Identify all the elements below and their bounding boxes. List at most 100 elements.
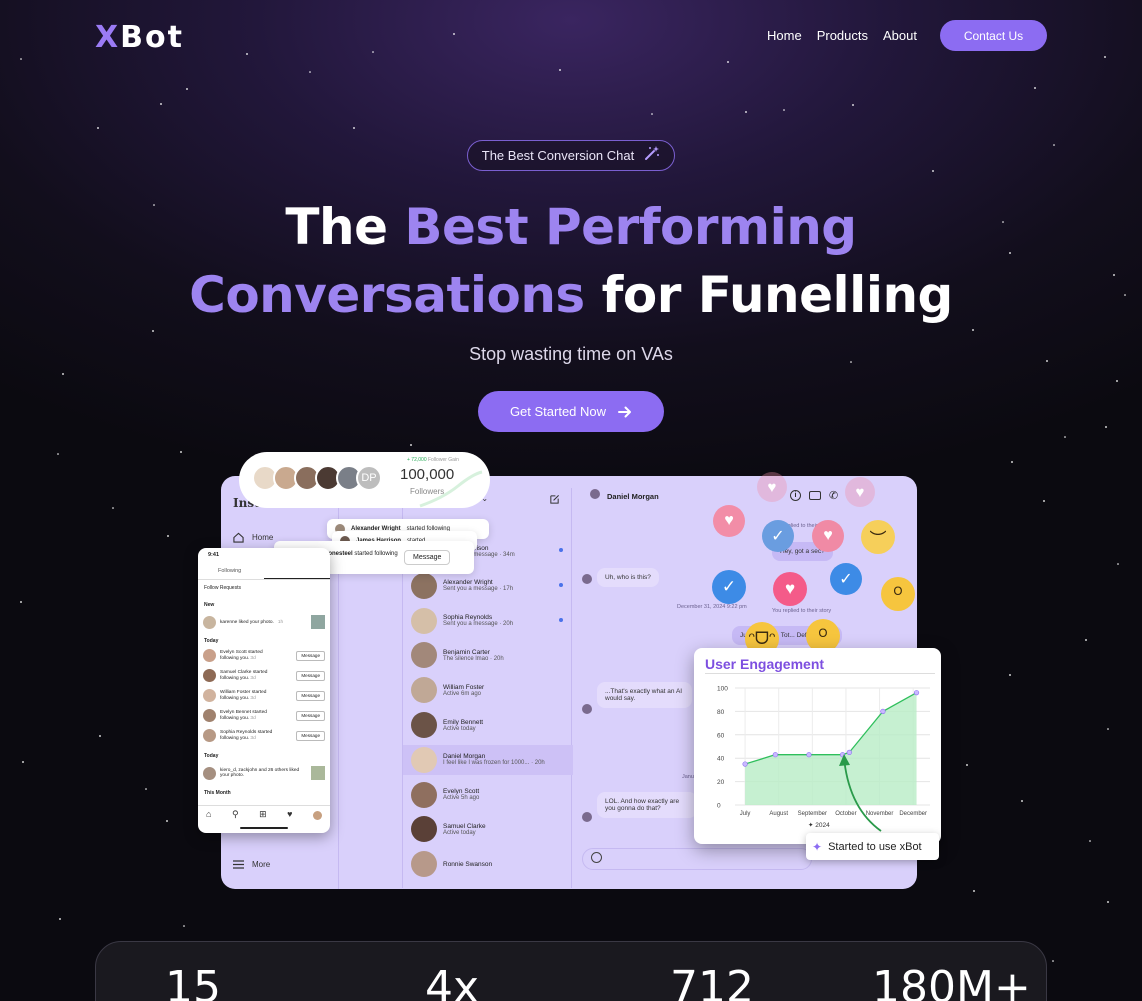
star [973, 890, 975, 892]
info-icon[interactable]: i [790, 490, 801, 501]
like-reaction-icon: ✓ [712, 570, 746, 604]
tab-following[interactable]: Following [218, 568, 241, 574]
stat-value: 712 [670, 962, 754, 1001]
divider [198, 579, 330, 580]
menu-icon [233, 860, 244, 869]
message-button[interactable]: Message [296, 690, 325, 701]
profile-avatar[interactable] [312, 811, 322, 820]
started-using-callout: ✦ Started to use xBot [806, 833, 939, 860]
video-call-icon[interactable] [809, 491, 821, 500]
data-point [913, 690, 920, 696]
sidebar-item-home[interactable]: Home [233, 532, 273, 543]
conversation-status: Sent you a message [443, 621, 498, 628]
nav-products[interactable]: Products [817, 28, 868, 43]
star [1064, 436, 1066, 438]
avatar [411, 572, 437, 599]
star [1043, 500, 1045, 502]
phone-icon[interactable]: ✆ [829, 489, 838, 502]
conversation-row[interactable]: Samuel Clarke Active today [411, 814, 571, 844]
conversation-row[interactable]: Daniel Morgan I feel like I was frozen fo… [403, 744, 573, 775]
compose-icon[interactable] [549, 494, 560, 505]
star [1107, 728, 1109, 730]
home-icon[interactable]: ⌂ [206, 809, 211, 820]
message-bubble: ...That's exactly what an AI would say. [597, 682, 692, 708]
star [651, 113, 653, 115]
message-button[interactable]: Message [296, 650, 325, 661]
message-input[interactable] [582, 848, 812, 870]
conversation-row[interactable]: Ronnie Swanson [411, 849, 571, 879]
star [186, 88, 188, 90]
list-item[interactable]: William Foster started following you. 3d… [203, 689, 325, 702]
add-post-icon[interactable]: ⊞ [259, 809, 267, 820]
avatar [582, 812, 592, 822]
divider [198, 805, 330, 806]
conversation-status: Active today [443, 829, 476, 836]
star [57, 453, 59, 455]
star [246, 53, 248, 55]
conversation-row[interactable]: Alexander Wright Sent you a message · 17h [411, 571, 571, 601]
emoji-icon[interactable] [591, 852, 602, 863]
follower-gain: + 72,000 Follower Gain [407, 457, 459, 463]
conversation-row[interactable]: Sophia Reynolds Sent you a message · 20h [411, 606, 571, 636]
conversation-time: · 17h [499, 586, 514, 593]
conversation-name: Emily Bennett [443, 718, 484, 726]
conversation-name: Evelyn Scott [443, 788, 480, 796]
list-item-name: Sophia Reynolds [220, 729, 257, 735]
section-this-month: This Month [204, 790, 231, 796]
y-tick-label: 20 [717, 779, 725, 786]
list-item[interactable]: Samuel Clarke started following you. 3d M… [203, 669, 325, 682]
conversation-row[interactable]: Evelyn Scott Active 5h ago [411, 780, 571, 810]
star [932, 170, 934, 172]
nav-about[interactable]: About [883, 28, 917, 43]
nav-home[interactable]: Home [767, 28, 802, 43]
sidebar-item-more[interactable]: More [233, 860, 270, 869]
heart-icon[interactable]: ♥ [287, 809, 292, 820]
get-started-button[interactable]: Get Started Now [478, 391, 664, 432]
star [160, 103, 162, 105]
conversation-name: William Foster [443, 683, 485, 691]
search-icon[interactable]: ⚲ [232, 809, 239, 820]
avatar [411, 712, 437, 738]
arrow-right-icon [618, 406, 632, 417]
conversation-row[interactable]: Emily Bennett Active today [411, 710, 571, 740]
message-bubble: LOL. And how exactly are you gonna do th… [597, 792, 697, 818]
logo[interactable]: XBot [95, 20, 184, 55]
avatar [203, 615, 216, 629]
star [22, 761, 24, 763]
star [1021, 800, 1023, 802]
message-button[interactable]: Message [296, 710, 325, 721]
list-item[interactable]: Evelyn Scott started following you. 3d Me… [203, 649, 325, 662]
star [167, 535, 169, 537]
list-item-time: 3d [250, 695, 256, 701]
avatar [411, 746, 437, 773]
magic-wand-icon [644, 145, 660, 166]
star [59, 918, 61, 920]
list-item[interactable]: Evelyn Bennet started following you. 3d M… [203, 709, 325, 722]
heart-reaction-icon: ♥ [713, 505, 745, 537]
list-item[interactable]: kiero_d, zackjohn and 26 others liked yo… [203, 766, 325, 780]
list-item-time: 3d [250, 675, 256, 681]
list-item-name: Evelyn Bennet [220, 709, 251, 715]
message-button[interactable]: Message [296, 670, 325, 681]
list-item[interactable]: karenne liked your photo. 1h [203, 615, 325, 629]
data-point [880, 708, 886, 715]
heart-reaction-icon: ♥ [812, 520, 844, 552]
message-button[interactable]: Message [404, 550, 451, 565]
message-button[interactable]: Message [296, 730, 325, 741]
contact-us-button[interactable]: Contact Us [940, 20, 1047, 51]
conversation-time: · 34m [499, 551, 515, 558]
conversation-time: · 20h [531, 760, 545, 767]
conversation-row[interactable]: William Foster Active 6m ago [411, 675, 571, 705]
conversation-row[interactable]: Benjamin Carter The silence lmao · 20h [411, 640, 571, 670]
avatar [203, 669, 216, 682]
x-tick-label: October [835, 811, 856, 817]
follow-requests-link[interactable]: Follow Requests [204, 585, 241, 591]
avatar [411, 816, 437, 843]
list-item-name: William Foster [220, 689, 251, 695]
heart-reaction-icon: ♥ [845, 477, 875, 507]
star [1116, 380, 1118, 382]
follower-gain-value: + 72,000 [407, 457, 427, 463]
list-item-time: 1h [277, 619, 284, 625]
list-item[interactable]: Sophia Reynolds started following you. 3… [203, 729, 325, 742]
star [1117, 563, 1119, 565]
